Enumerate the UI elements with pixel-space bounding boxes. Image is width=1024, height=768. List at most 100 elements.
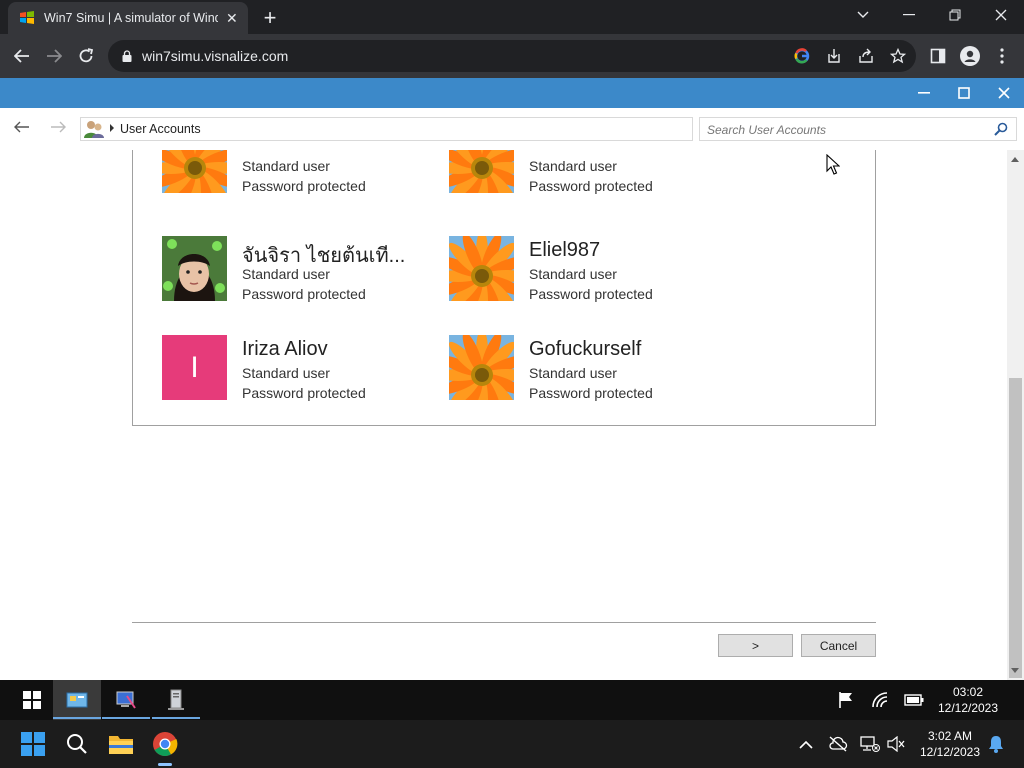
tab-search-chevron-icon[interactable] bbox=[840, 0, 886, 30]
scroll-up-arrow-icon[interactable] bbox=[1011, 157, 1019, 162]
account-status: Password protected bbox=[529, 385, 653, 401]
sim-start-windows-icon[interactable] bbox=[8, 680, 56, 720]
account-type: Standard user bbox=[242, 365, 330, 381]
bookmark-star-icon[interactable] bbox=[888, 46, 908, 66]
sim-minimize-icon[interactable] bbox=[904, 78, 944, 108]
account-type: Standard user bbox=[242, 158, 330, 174]
account-type: Standard user bbox=[242, 266, 330, 282]
account-avatar bbox=[162, 150, 227, 193]
scroll-down-arrow-icon[interactable] bbox=[1011, 668, 1019, 673]
user-accounts-icon bbox=[83, 119, 105, 139]
account-name: Iriza Aliov bbox=[242, 338, 328, 360]
back-arrow-icon[interactable] bbox=[8, 42, 36, 70]
url-text: win7simu.visnalize.com bbox=[142, 48, 289, 64]
forward-arrow-icon[interactable] bbox=[40, 42, 68, 70]
explorer-forward-arrow-icon[interactable] bbox=[50, 120, 66, 138]
browser-toolbar: win7simu.visnalize.com bbox=[0, 34, 1024, 78]
new-tab-plus-icon[interactable]: + bbox=[258, 5, 282, 31]
account-name: Eliel987 bbox=[529, 239, 601, 261]
account-status: Password protected bbox=[529, 178, 653, 194]
scrollbar-thumb[interactable] bbox=[1009, 378, 1022, 678]
sim-taskbar-display-icon[interactable] bbox=[102, 680, 150, 720]
account-tile[interactable]: จันจิรา ไชยต้นเที... Standard user Passwor… bbox=[162, 236, 422, 302]
share-icon[interactable] bbox=[856, 46, 876, 66]
explorer-address-bar[interactable]: User Accounts bbox=[80, 117, 693, 141]
account-status: Password protected bbox=[242, 178, 366, 194]
sim-tray-time: 03:02 bbox=[952, 685, 984, 699]
account-avatar: I bbox=[162, 335, 227, 400]
account-avatar bbox=[449, 236, 514, 301]
google-icon[interactable] bbox=[792, 46, 812, 66]
account-tile[interactable]: Gofuckurself Standard user Password protec… bbox=[449, 335, 709, 401]
profile-icon[interactable] bbox=[956, 42, 984, 70]
search-icon[interactable] bbox=[994, 122, 1008, 136]
os-tray-date: 12/12/2023 bbox=[919, 745, 981, 759]
sim-close-icon[interactable] bbox=[984, 78, 1024, 108]
tab-close-icon[interactable]: ✕ bbox=[226, 10, 238, 27]
reload-icon[interactable] bbox=[72, 42, 100, 70]
account-status: Password protected bbox=[242, 286, 366, 302]
search-placeholder: Search User Accounts bbox=[707, 123, 826, 137]
install-app-icon[interactable] bbox=[824, 46, 844, 66]
tab-title: Win7 Simu | A simulator of Wind bbox=[44, 11, 218, 25]
footer-divider bbox=[132, 622, 876, 623]
account-type: Standard user bbox=[529, 158, 617, 174]
sim-wifi-icon[interactable] bbox=[870, 690, 890, 710]
show-hidden-icons-chevron-icon[interactable] bbox=[796, 734, 816, 754]
account-name: Gofuckurself bbox=[529, 338, 642, 360]
sim-tray-clock[interactable]: 03:02 12/12/2023 bbox=[930, 684, 1006, 716]
os-tray-time: 3:02 AM bbox=[927, 729, 973, 743]
sim-battery-icon[interactable] bbox=[904, 690, 924, 710]
breadcrumb[interactable]: User Accounts bbox=[120, 122, 201, 136]
account-tile[interactable]: Zouzzzz Standard user Password protected bbox=[162, 150, 422, 194]
sim-taskbar-computer-icon[interactable] bbox=[152, 680, 200, 720]
user-accounts-window: User Accounts Search User Accounts Zouzz… bbox=[0, 108, 1024, 680]
file-explorer-icon[interactable] bbox=[102, 726, 140, 762]
os-search-icon[interactable] bbox=[58, 726, 96, 762]
account-avatar bbox=[162, 236, 227, 301]
restore-icon[interactable] bbox=[932, 0, 978, 30]
address-bar[interactable]: win7simu.visnalize.com bbox=[108, 40, 916, 72]
account-tile[interactable]: I Iriza Aliov Standard user Password protec… bbox=[162, 335, 422, 401]
browser-tab[interactable]: Win7 Simu | A simulator of Wind ✕ bbox=[8, 2, 248, 34]
account-name: Memiloko bbox=[529, 150, 615, 154]
account-tile[interactable]: Eliel987 Standard user Password protected bbox=[449, 236, 709, 302]
account-status: Password protected bbox=[529, 286, 653, 302]
sim-maximize-icon[interactable] bbox=[944, 78, 984, 108]
account-status: Password protected bbox=[242, 385, 366, 401]
next-button[interactable]: > bbox=[718, 634, 793, 657]
os-tray-clock[interactable]: 3:02 AM 12/12/2023 bbox=[912, 728, 988, 760]
volume-muted-icon[interactable] bbox=[886, 734, 906, 754]
browser-tab-strip: Win7 Simu | A simulator of Wind ✕ + bbox=[0, 0, 1024, 34]
account-list: ZouzzzzStandard userPassword protectedMe… bbox=[132, 150, 876, 426]
kebab-menu-icon[interactable] bbox=[988, 42, 1016, 70]
cloud-offline-icon[interactable] bbox=[828, 734, 848, 754]
vertical-scrollbar[interactable] bbox=[1007, 150, 1024, 680]
lock-icon bbox=[122, 49, 132, 62]
network-disconnected-icon[interactable] bbox=[860, 734, 880, 754]
chrome-icon[interactable] bbox=[146, 726, 184, 766]
sim-tray-date: 12/12/2023 bbox=[937, 701, 999, 715]
notification-bell-icon[interactable] bbox=[986, 734, 1006, 754]
account-type: Standard user bbox=[529, 266, 617, 282]
win7-favicon-icon bbox=[18, 10, 36, 26]
account-avatar bbox=[449, 150, 514, 193]
sim-window-titlebar bbox=[0, 78, 1024, 108]
side-panel-icon[interactable] bbox=[924, 42, 952, 70]
os-start-windows-icon[interactable] bbox=[14, 726, 52, 762]
minimize-icon[interactable] bbox=[886, 0, 932, 30]
cancel-button[interactable]: Cancel bbox=[801, 634, 876, 657]
mouse-cursor-icon bbox=[826, 153, 841, 176]
account-name: Zouzzzz bbox=[242, 150, 316, 154]
os-taskbar: 3:02 AM 12/12/2023 bbox=[0, 720, 1024, 768]
breadcrumb-caret-icon[interactable] bbox=[110, 124, 114, 132]
close-icon[interactable] bbox=[978, 0, 1024, 30]
action-center-flag-icon[interactable] bbox=[836, 690, 856, 710]
account-tile[interactable]: Memiloko Standard user Password protected bbox=[449, 150, 709, 194]
search-user-accounts-input[interactable]: Search User Accounts bbox=[699, 117, 1017, 141]
account-avatar bbox=[449, 335, 514, 400]
sim-taskbar: 03:02 12/12/2023 bbox=[0, 680, 1024, 720]
explorer-back-arrow-icon[interactable] bbox=[14, 120, 30, 138]
account-type: Standard user bbox=[529, 365, 617, 381]
sim-taskbar-control-panel[interactable] bbox=[53, 680, 101, 720]
